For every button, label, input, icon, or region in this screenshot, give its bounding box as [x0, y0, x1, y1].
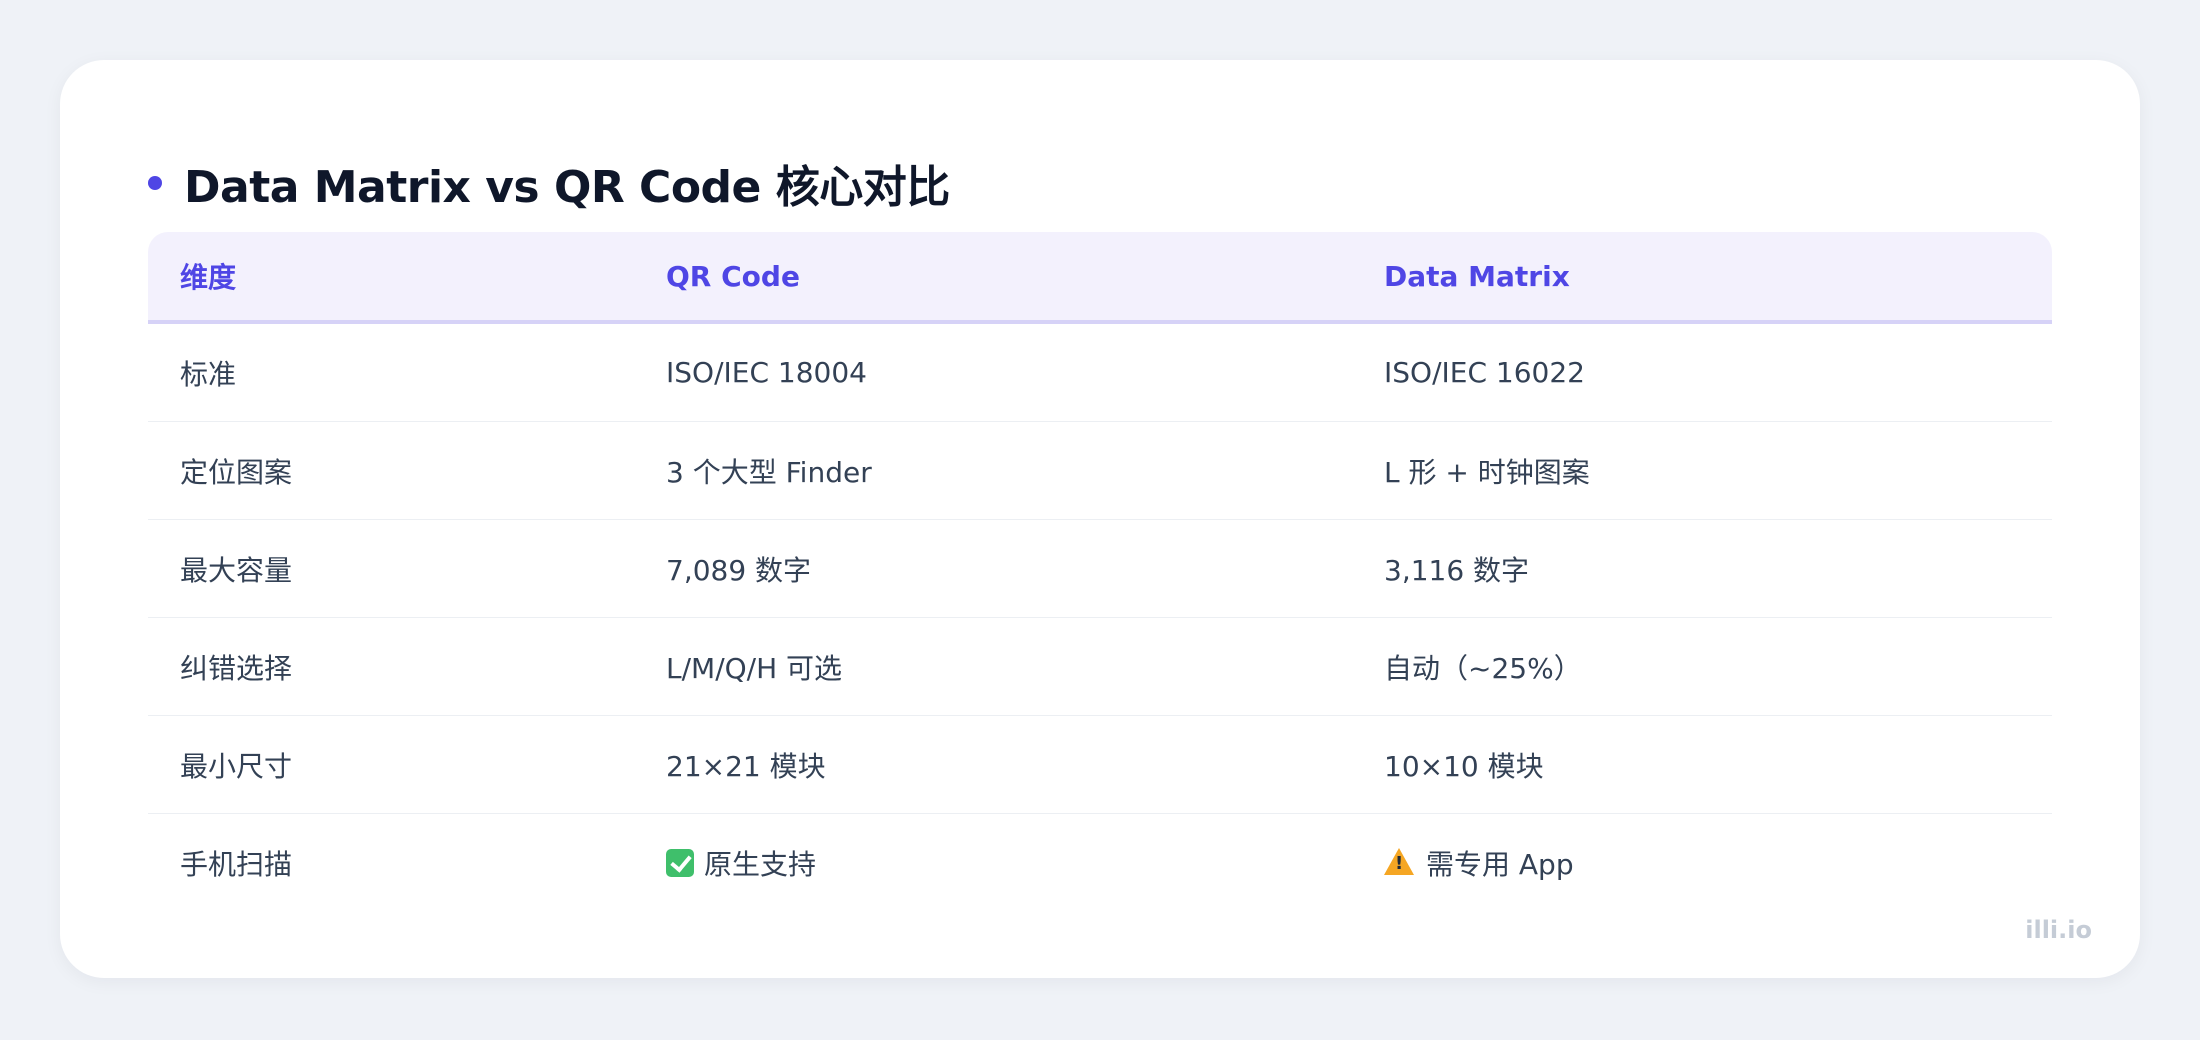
title-row: Data Matrix vs QR Code 核心对比: [148, 138, 950, 228]
cell-data-matrix: L 形 + 时钟图案: [1384, 455, 1590, 489]
cell-qr-code: 21×21 模块: [666, 749, 826, 783]
cell-data-matrix: 3,116 数字: [1384, 553, 1530, 587]
cell-data-matrix-text: 需专用 App: [1426, 847, 1574, 881]
cell-data-matrix: 自动（~25%）: [1384, 651, 1582, 685]
table-row: 最小尺寸 21×21 模块 10×10 模块: [148, 716, 2052, 814]
table-row: 最大容量 7,089 数字 3,116 数字: [148, 520, 2052, 618]
content-card: Data Matrix vs QR Code 核心对比 维度 QR Code D…: [60, 60, 2140, 978]
check-mark-icon: [666, 848, 694, 877]
cell-data-matrix: ISO/IEC 16022: [1384, 356, 1585, 389]
watermark-brand: illi.io: [2025, 916, 2092, 944]
cell-qr-code: 3 个大型 Finder: [666, 455, 872, 489]
cell-dimension: 定位图案: [180, 455, 293, 489]
cell-data-matrix: 10×10 模块: [1384, 749, 1544, 783]
table-row: 标准 ISO/IEC 18004 ISO/IEC 16022: [148, 324, 2052, 422]
table-row: 定位图案 3 个大型 Finder L 形 + 时钟图案: [148, 422, 2052, 520]
warning-icon: [1384, 848, 1414, 875]
table-row: 纠错选择 L/M/Q/H 可选 自动（~25%）: [148, 618, 2052, 716]
cell-qr-code-text: 原生支持: [704, 847, 817, 881]
cell-dimension: 最小尺寸: [180, 749, 293, 783]
cell-dimension: 纠错选择: [180, 651, 293, 685]
page-title: Data Matrix vs QR Code 核心对比: [184, 162, 950, 213]
cell-dimension: 最大容量: [180, 553, 293, 587]
header-dimension: 维度: [180, 261, 237, 294]
table-header: 维度 QR Code Data Matrix: [148, 232, 2052, 324]
cell-qr-code: 7,089 数字: [666, 553, 812, 587]
cell-dimension: 手机扫描: [180, 847, 293, 881]
header-data-matrix: Data Matrix: [1384, 259, 1570, 293]
cell-dimension: 标准: [180, 357, 237, 391]
cell-qr-code: ISO/IEC 18004: [666, 356, 867, 389]
cell-qr-code: 原生支持: [666, 843, 816, 883]
bullet-dot-icon: [148, 176, 162, 190]
table-row: 手机扫描 原生支持 需专用 App: [148, 814, 2052, 911]
cell-data-matrix: 需专用 App: [1384, 843, 1574, 883]
cell-qr-code: L/M/Q/H 可选: [666, 651, 843, 685]
comparison-table: 维度 QR Code Data Matrix 标准 ISO/IEC 18004 …: [148, 232, 2052, 911]
header-qr-code: QR Code: [666, 259, 800, 293]
